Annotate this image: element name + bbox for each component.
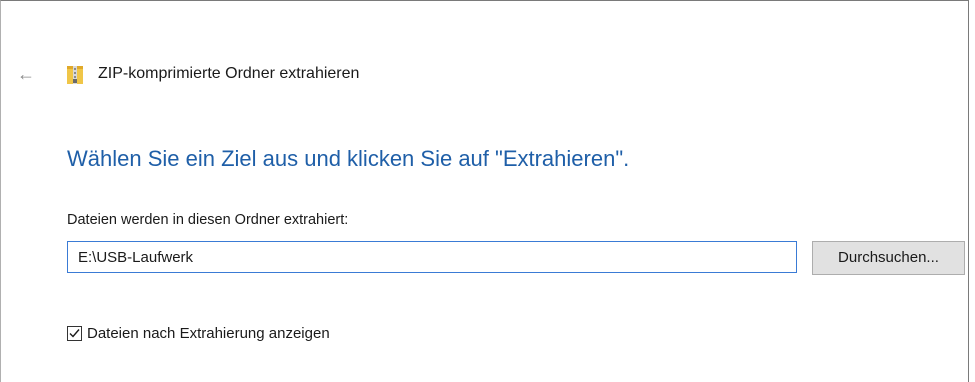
instruction-heading: Wählen Sie ein Ziel aus und klicken Sie … [67,146,630,171]
back-arrow-icon[interactable]: ← [15,63,37,85]
browse-button[interactable]: Durchsuchen... [812,241,965,275]
destination-folder-label: Dateien werden in diesen Ordner extrahie… [67,212,349,228]
show-files-label: Dateien nach Extrahierung anzeigen [87,324,330,342]
extract-dialog: ← ZIP-komprimierte Ordner extrahieren Wä… [0,0,969,382]
checkmark-icon [69,328,80,338]
destination-path-input[interactable] [67,241,797,273]
dialog-title: ZIP-komprimierte Ordner extrahieren [98,65,360,82]
show-files-checkbox-row[interactable]: Dateien nach Extrahierung anzeigen [67,323,330,343]
zip-folder-icon [67,64,83,84]
show-files-checkbox[interactable] [67,325,82,341]
